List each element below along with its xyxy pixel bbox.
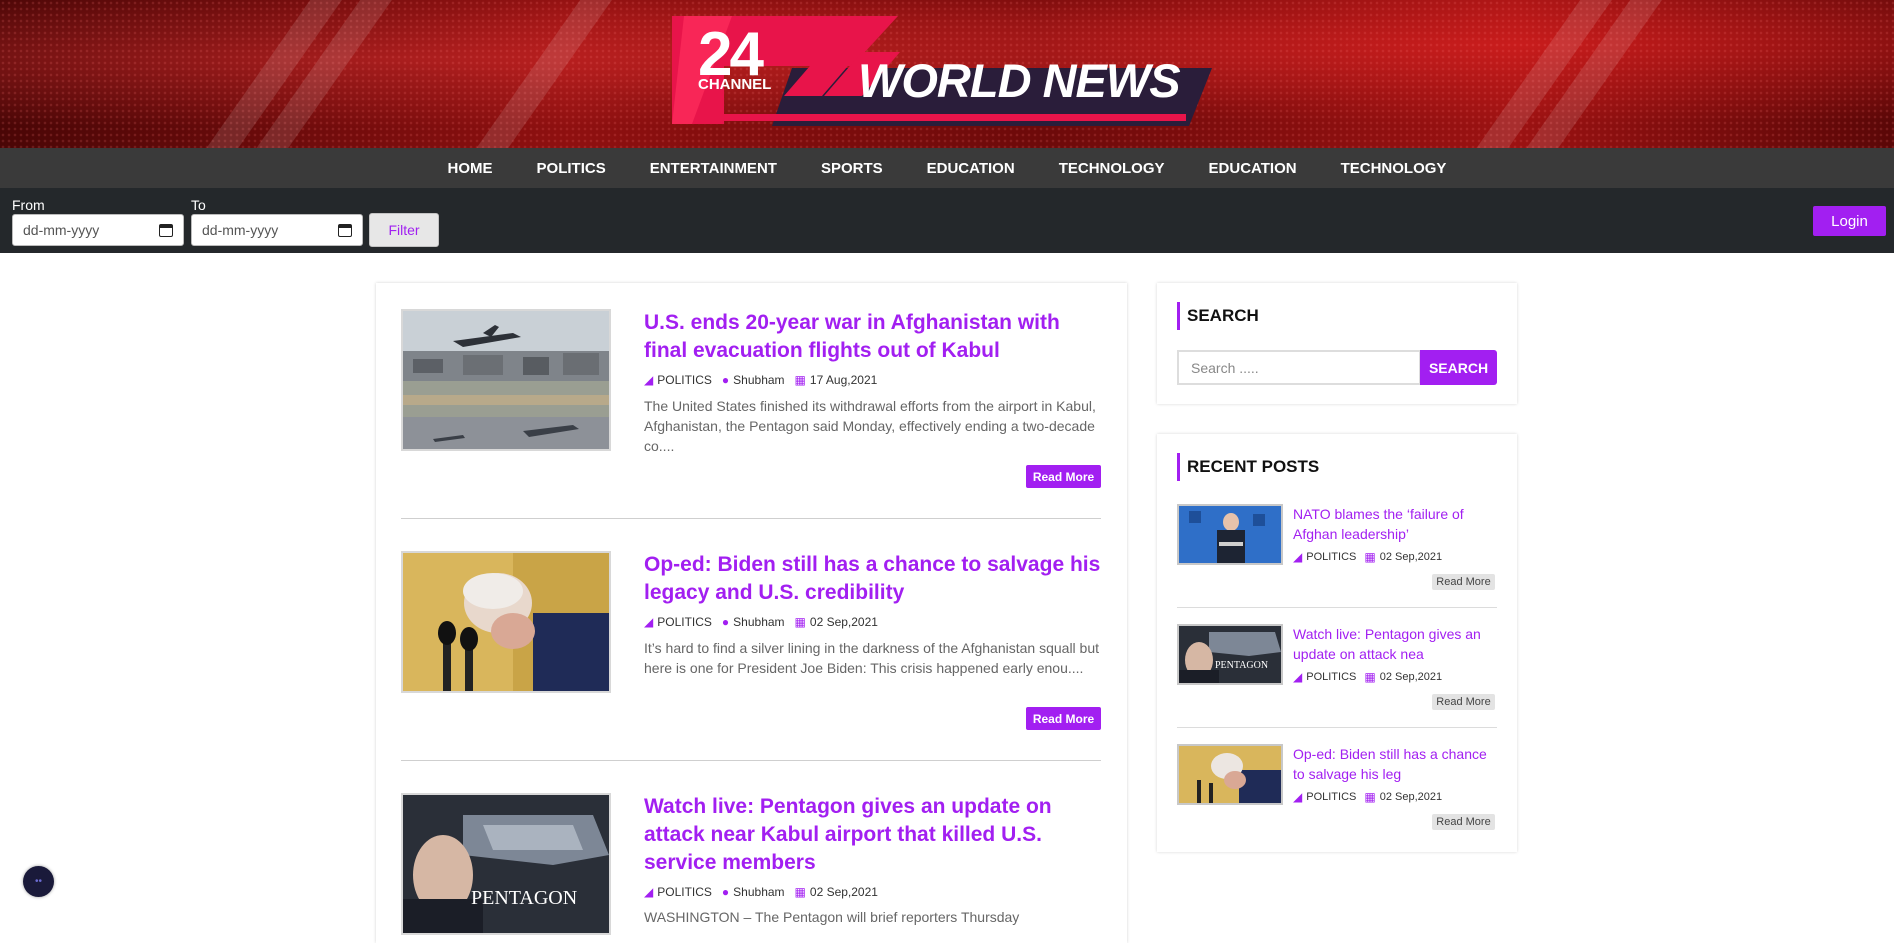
recent-post-thumbnail[interactable]: PENTAGON xyxy=(1177,624,1283,685)
logo-title: WORLD NEWS xyxy=(858,54,1181,107)
calendar-icon: ▦ xyxy=(1364,670,1376,684)
article-date: 02 Sep,2021 xyxy=(809,615,878,629)
recent-post-title[interactable]: Op-ed: Biden still has a chance to salva… xyxy=(1293,744,1493,784)
tags-icon: ◢ xyxy=(644,885,654,899)
search-placeholder: Search ..... xyxy=(1191,359,1259,376)
article-date: 02 Sep,2021 xyxy=(809,885,878,899)
recent-post-category[interactable]: POLITICS xyxy=(1306,791,1356,803)
article-meta: ◢ POLITICS ● Shubham ▦ 02 Sep,2021 xyxy=(644,885,888,899)
article-thumbnail[interactable] xyxy=(401,309,611,451)
pentagon-sign-text: PENTAGON xyxy=(471,887,578,909)
article-thumbnail[interactable]: PENTAGON xyxy=(401,793,611,935)
user-icon: ● xyxy=(721,373,730,387)
tags-icon: ◢ xyxy=(1293,670,1303,684)
calendar-icon: ▦ xyxy=(794,373,806,387)
article-meta: ◢ POLITICS ● Shubham ▦ 02 Sep,2021 xyxy=(644,615,888,629)
recent-post-category[interactable]: POLITICS xyxy=(1306,671,1356,683)
calendar-icon: ▦ xyxy=(794,885,806,899)
from-date-input[interactable]: dd-mm-yyyy xyxy=(12,214,184,246)
logo-channel: CHANNEL xyxy=(698,76,772,93)
nav-item-sports[interactable]: SPORTS xyxy=(821,160,883,177)
recent-post-category[interactable]: POLITICS xyxy=(1306,551,1356,563)
article-excerpt: The United States finished its withdrawa… xyxy=(644,398,1096,454)
article-excerpt: WASHINGTON – The Pentagon will brief rep… xyxy=(644,909,1020,925)
recent-post-thumbnail[interactable] xyxy=(1177,504,1283,565)
recent-post-meta: ◢ POLITICS ▦ 02 Sep,2021 xyxy=(1293,670,1442,684)
pentagon-sign-text: PENTAGON xyxy=(1215,660,1269,671)
header-banner: 24 CHANNEL WORLD NEWS xyxy=(0,0,1894,148)
nav-item-technology[interactable]: TECHNOLOGY xyxy=(1059,160,1165,177)
tags-icon: ◢ xyxy=(644,615,654,629)
recent-divider xyxy=(1177,607,1497,608)
recent-read-more-button[interactable]: Read More xyxy=(1432,814,1495,830)
nav-item-education-2[interactable]: EDUCATION xyxy=(1209,160,1297,177)
recent-read-more-button[interactable]: Read More xyxy=(1432,574,1495,590)
article-title[interactable]: U.S. ends 20-year war in Afghanistan wit… xyxy=(644,309,1104,365)
recent-post-date: 02 Sep,2021 xyxy=(1379,551,1443,563)
recent-post-meta: ◢ POLITICS ▦ 02 Sep,2021 xyxy=(1293,790,1442,804)
user-icon: ● xyxy=(721,885,730,899)
article-meta: ◢ POLITICS ● Shubham ▦ 17 Aug,2021 xyxy=(644,373,887,387)
main-nav: HOME POLITICS ENTERTAINMENT SPORTS EDUCA… xyxy=(0,148,1894,188)
recent-post-date: 02 Sep,2021 xyxy=(1379,671,1443,683)
site-logo[interactable]: 24 CHANNEL WORLD NEWS xyxy=(672,16,1220,128)
to-date-placeholder: dd-mm-yyyy xyxy=(202,222,279,238)
nav-item-education[interactable]: EDUCATION xyxy=(927,160,1015,177)
recent-post-thumbnail[interactable] xyxy=(1177,744,1283,805)
from-date-placeholder: dd-mm-yyyy xyxy=(23,222,100,238)
date-filter-bar: From dd-mm-yyyy To dd-mm-yyyy Filter Log… xyxy=(0,188,1894,253)
nav-item-home[interactable]: HOME xyxy=(448,160,493,177)
from-label: From xyxy=(12,197,45,213)
article-category[interactable]: POLITICS xyxy=(657,615,712,629)
article-divider xyxy=(401,518,1101,519)
recent-read-more-button[interactable]: Read More xyxy=(1432,694,1495,710)
article-list: U.S. ends 20-year war in Afghanistan wit… xyxy=(376,283,1127,943)
nav-item-technology-2[interactable]: TECHNOLOGY xyxy=(1341,160,1447,177)
chat-bubble-icon[interactable]: •• xyxy=(23,866,54,897)
article-title[interactable]: Watch live: Pentagon gives an update on … xyxy=(644,793,1104,877)
search-button[interactable]: SEARCH xyxy=(1420,350,1497,385)
nav-item-politics[interactable]: POLITICS xyxy=(537,160,606,177)
recent-divider xyxy=(1177,727,1497,728)
calendar-icon: ▦ xyxy=(794,615,806,629)
article-title[interactable]: Op-ed: Biden still has a chance to salva… xyxy=(644,551,1104,607)
tags-icon: ◢ xyxy=(1293,550,1303,564)
calendar-icon[interactable] xyxy=(338,223,352,237)
recent-post-meta: ◢ POLITICS ▦ 02 Sep,2021 xyxy=(1293,550,1442,564)
read-more-button[interactable]: Read More xyxy=(1026,707,1101,730)
user-icon: ● xyxy=(721,615,730,629)
calendar-icon: ▦ xyxy=(1364,790,1376,804)
recent-posts-widget: RECENT POSTS NATO blames the ‘failure of… xyxy=(1157,434,1517,852)
article-category[interactable]: POLITICS xyxy=(657,373,712,387)
read-more-button[interactable]: Read More xyxy=(1026,465,1101,488)
nav-item-entertainment[interactable]: ENTERTAINMENT xyxy=(650,160,777,177)
calendar-icon: ▦ xyxy=(1364,550,1376,564)
article-category[interactable]: POLITICS xyxy=(657,885,712,899)
to-date-input[interactable]: dd-mm-yyyy xyxy=(191,214,363,246)
article-divider xyxy=(401,760,1101,761)
article-author: Shubham xyxy=(733,615,785,629)
recent-post-title[interactable]: NATO blames the ‘failure of Afghan leade… xyxy=(1293,504,1493,544)
login-button[interactable]: Login xyxy=(1813,206,1886,236)
recent-posts-heading: RECENT POSTS xyxy=(1177,453,1319,481)
article-author: Shubham xyxy=(733,373,785,387)
tags-icon: ◢ xyxy=(644,373,654,387)
search-heading: SEARCH xyxy=(1177,302,1259,330)
tags-icon: ◢ xyxy=(1293,790,1303,804)
to-label: To xyxy=(191,197,206,213)
article-excerpt: It’s hard to find a silver lining in the… xyxy=(644,640,1100,676)
article-author: Shubham xyxy=(733,885,785,899)
article-thumbnail[interactable] xyxy=(401,551,611,693)
article-date: 17 Aug,2021 xyxy=(809,373,878,387)
recent-post-title[interactable]: Watch live: Pentagon gives an update on … xyxy=(1293,624,1493,664)
search-input[interactable]: Search ..... xyxy=(1177,350,1421,385)
filter-button[interactable]: Filter xyxy=(369,213,439,247)
recent-post-date: 02 Sep,2021 xyxy=(1379,791,1443,803)
search-widget: SEARCH Search ..... SEARCH xyxy=(1157,283,1517,404)
calendar-icon[interactable] xyxy=(159,223,173,237)
